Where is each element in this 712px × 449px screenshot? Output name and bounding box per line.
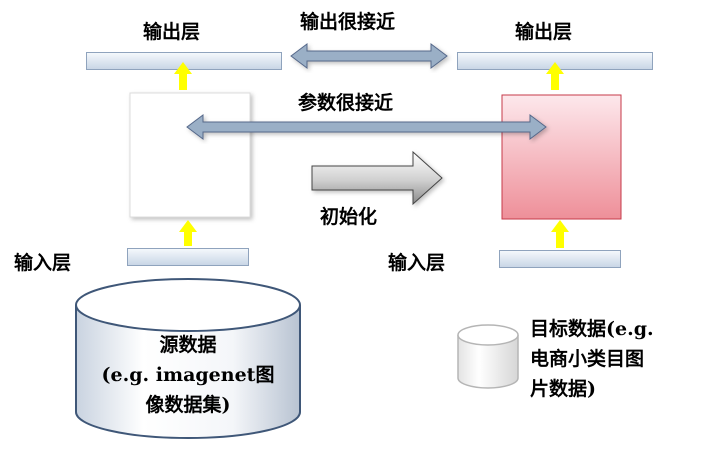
target-data-line3: 片数据): [530, 378, 596, 400]
output-close-double-arrow: [290, 43, 448, 69]
left-top-up-arrow: [174, 62, 192, 90]
target-data-cylinder: [457, 324, 519, 389]
left-bottom-up-arrow: [179, 220, 197, 246]
source-data-line1: 源数据: [159, 334, 217, 356]
right-bottom-up-arrow: [551, 220, 569, 248]
target-data-line2: 电商小类目图: [530, 348, 645, 370]
right-top-up-arrow: [546, 62, 564, 90]
source-data-line3: 像数据集): [145, 394, 231, 416]
target-data-text: 目标数据(e.g. 电商小类目图 片数据): [530, 314, 690, 404]
source-data-text: 源数据 (e.g. imagenet图 像数据集): [78, 330, 298, 420]
right-model-block: [501, 94, 622, 220]
target-data-line1: 目标数据(e.g.: [530, 318, 654, 340]
source-data-line2: (e.g. imagenet图: [101, 364, 275, 386]
init-arrow: [311, 150, 443, 206]
left-model-block: [129, 92, 251, 218]
